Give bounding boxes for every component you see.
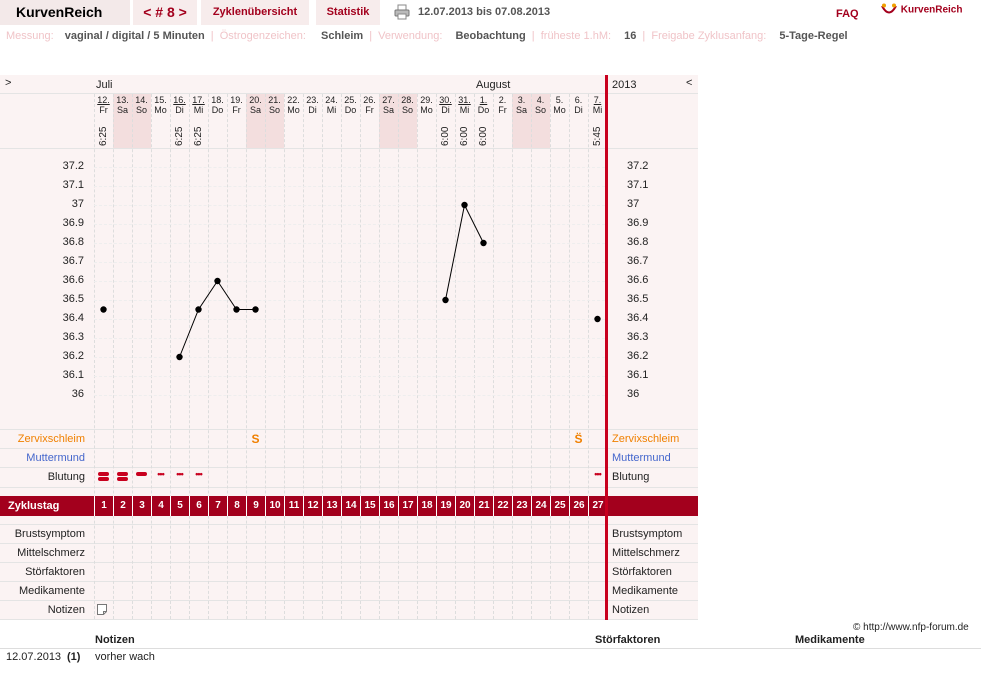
row-label-mittelschmerz-right: Mittelschmerz xyxy=(612,547,680,559)
cycle-day-number: 16 xyxy=(379,496,398,516)
series-line xyxy=(179,280,256,358)
cycle-day-number: 18 xyxy=(417,496,436,516)
note-date: 12.07.2013 xyxy=(6,651,62,663)
cycle-day-number: 9 xyxy=(246,496,265,516)
cycle-day-number: 12 xyxy=(303,496,322,516)
row-label-cervix-right: Muttermund xyxy=(612,452,671,464)
row-label-bleeding: Blutung xyxy=(47,471,85,483)
cycle-day-number: 10 xyxy=(265,496,284,516)
row-label-disturbances-right: Störfaktoren xyxy=(612,566,672,578)
cycle-day-number: 6 xyxy=(189,496,208,516)
cycle-day-number: 2 xyxy=(113,496,132,516)
cycle-day-number: 13 xyxy=(322,496,341,516)
medication-column-header: Medikamente xyxy=(795,634,865,646)
temperature-curve xyxy=(100,201,601,361)
row-label-notes: Notizen xyxy=(47,604,85,616)
cycle-day-number: 8 xyxy=(227,496,246,516)
cycle-day-number: 20 xyxy=(455,496,474,516)
cycle-day-number: 23 xyxy=(512,496,531,516)
credit-text: © http://www.nfp-forum.de xyxy=(853,622,969,633)
cycle-day-number: 21 xyxy=(474,496,493,516)
row-label-breast-symptom-right: Brustsymptom xyxy=(612,528,683,540)
row-label-disturbances: Störfaktoren xyxy=(25,566,85,578)
row-label-notes-right: Notizen xyxy=(612,604,650,616)
temperature-point[interactable] xyxy=(480,239,487,247)
cycle-day-label: Zyklustag xyxy=(8,500,60,512)
row-label-cervix: Muttermund xyxy=(26,452,85,464)
cycle-day-number: 26 xyxy=(569,496,588,516)
temperature-point[interactable] xyxy=(252,306,259,313)
note-cycle-day: (1) xyxy=(67,651,81,663)
cycle-day-number: 15 xyxy=(360,496,379,516)
cycle-day-number: 4 xyxy=(151,496,170,516)
divider xyxy=(0,648,981,649)
note-text: vorher wach xyxy=(95,651,155,663)
temperature-point[interactable] xyxy=(594,315,601,323)
row-label-cervix-mucus: Zervixschleim xyxy=(17,433,85,445)
cycle-day-number: 7 xyxy=(208,496,227,516)
cycle-day-number: 17 xyxy=(398,496,417,516)
series-line xyxy=(445,203,484,301)
row-label-breast-symptom: Brustsymptom xyxy=(14,528,85,540)
disturbances-column-header: Störfaktoren xyxy=(595,634,661,646)
row-label-cervix-mucus-right: Zervixschleim xyxy=(612,433,680,445)
cycle-day-number: 3 xyxy=(132,496,151,516)
row-label-mittelschmerz: Mittelschmerz xyxy=(17,547,85,559)
temperature-point[interactable] xyxy=(176,353,183,361)
cycle-day-number: 22 xyxy=(493,496,512,516)
temperature-point[interactable] xyxy=(195,306,202,313)
cycle-day-number: 1 xyxy=(94,496,113,516)
cycle-day-number: 11 xyxy=(284,496,303,516)
cycle-day-number: 5 xyxy=(170,496,189,516)
notes-column-header: Notizen xyxy=(95,634,135,646)
temperature-point[interactable] xyxy=(233,306,240,313)
row-label-bleeding-right: Blutung xyxy=(612,471,650,483)
cycle-day-number: 14 xyxy=(341,496,360,516)
row-label-medication-right: Medikamente xyxy=(612,585,679,597)
cycle-day-number: 19 xyxy=(436,496,455,516)
temperature-point[interactable] xyxy=(214,277,221,285)
cycle-day-number: 24 xyxy=(531,496,550,516)
temperature-point[interactable] xyxy=(100,306,107,313)
today-marker-line xyxy=(605,75,608,620)
row-label-medication: Medikamente xyxy=(18,585,85,597)
temperature-point[interactable] xyxy=(442,296,449,304)
cycle-day-number: 25 xyxy=(550,496,569,516)
temperature-point[interactable] xyxy=(461,201,468,209)
note-icon[interactable] xyxy=(97,604,107,615)
